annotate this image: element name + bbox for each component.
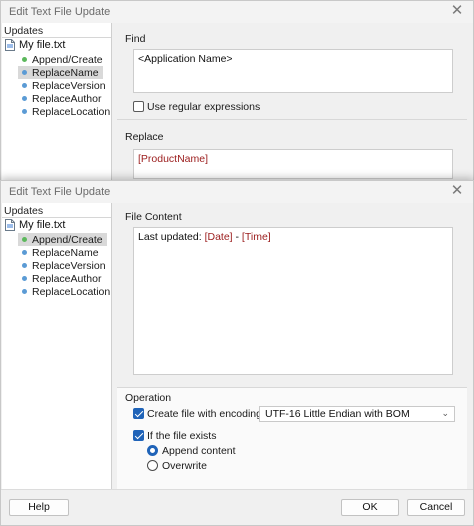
operation-group: Operation Create file with encoding: UTF… [117,387,467,491]
append-content-radio[interactable] [147,445,158,456]
blue-dot-icon [22,70,27,75]
tree-root-file[interactable]: My file.txt [5,38,65,52]
content-prefix: Last updated: [138,231,205,243]
dialog-title: Edit Text File Update [9,186,111,198]
tree-root-label: My file.txt [19,39,66,51]
tree-item-label: ReplaceAuthor [32,272,102,285]
create-file-label: Create file with encoding: [147,408,265,420]
regex-label: Use regular expressions [147,101,261,113]
edit-panel: Find <Application Name> Use regular expr… [115,23,467,201]
blue-dot-icon [22,83,27,88]
create-file-checkbox[interactable] [133,408,144,419]
find-textbox[interactable]: <Application Name> [133,49,453,93]
content-token-time: [Time] [241,231,271,243]
dialog-footer: Help OK Cancel [1,489,473,525]
title-bar: Edit Text File Update ✕ [1,1,473,23]
tree-item-replace-name[interactable]: ReplaceName [18,246,103,259]
tree-item-append-create[interactable]: Append/Create [18,53,107,66]
edit-text-file-update-dialog-back: Edit Text File Update ✕ Updates My file.… [0,0,474,201]
replace-value: [ProductName] [138,153,209,165]
tree-item-replace-name[interactable]: ReplaceName [18,66,103,79]
replace-textbox[interactable]: [ProductName] [133,149,453,179]
tree-header: Updates [4,205,44,217]
replace-label: Replace [125,131,164,143]
encoding-value: UTF-16 Little Endian with BOM [265,408,410,420]
file-content-textbox[interactable]: Last updated: [Date] - [Time] [133,227,453,375]
append-content-label: Append content [162,445,236,457]
edit-text-file-update-dialog: Edit Text File Update ✕ Updates My file.… [0,180,474,526]
if-file-exists-label: If the file exists [147,430,217,442]
find-value: <Application Name> [138,53,233,65]
tree-item-replace-location[interactable]: ReplaceLocation [18,285,114,298]
green-dot-icon [22,57,27,62]
close-icon[interactable]: ✕ [449,183,465,199]
tree-item-label: Append/Create [32,53,103,66]
title-bar: Edit Text File Update ✕ [1,181,473,203]
updates-tree: Updates My file.txt Append/Create Replac… [2,203,112,491]
tree-root-label: My file.txt [19,219,66,231]
content-separator: - [232,231,242,243]
overwrite-label: Overwrite [162,460,207,472]
green-dot-icon [22,237,27,242]
blue-dot-icon [22,276,27,281]
edit-panel: File Content Last updated: [Date] - [Tim… [115,203,467,491]
tree-item-append-create[interactable]: Append/Create [18,233,107,246]
encoding-select[interactable]: UTF-16 Little Endian with BOM ⌄ [259,406,455,422]
blue-dot-icon [22,263,27,268]
tree-item-replace-author[interactable]: ReplaceAuthor [18,92,105,105]
section-divider [117,119,467,120]
close-icon[interactable]: ✕ [449,3,465,19]
dialog-title: Edit Text File Update [9,6,111,18]
blue-dot-icon [22,109,27,114]
find-label: Find [125,33,146,45]
tree-item-label: ReplaceVersion [32,79,106,92]
tree-item-replace-location[interactable]: ReplaceLocation [18,105,114,118]
tree-item-replace-version[interactable]: ReplaceVersion [18,79,110,92]
blue-dot-icon [22,96,27,101]
blue-dot-icon [22,250,27,255]
help-button[interactable]: Help [9,499,69,516]
updates-tree: Updates My file.txt Append/Create Replac… [2,23,112,201]
tree-header: Updates [4,25,44,37]
cancel-button[interactable]: Cancel [407,499,465,516]
tree-item-label: ReplaceLocation [32,285,111,298]
operation-label: Operation [125,392,172,404]
tree-item-replace-version[interactable]: ReplaceVersion [18,259,110,272]
tree-item-label: ReplaceName [32,66,99,79]
tree-root-file[interactable]: My file.txt [5,218,65,232]
blue-dot-icon [22,289,27,294]
if-file-exists-checkbox[interactable] [133,430,144,441]
tree-item-label: ReplaceAuthor [32,92,102,105]
content-token-date: [Date] [204,231,233,243]
chevron-down-icon: ⌄ [441,408,449,418]
text-file-icon [5,219,15,231]
tree-item-label: Append/Create [32,233,103,246]
file-content-label: File Content [125,211,182,223]
tree-item-label: ReplaceName [32,246,99,259]
regex-checkbox[interactable] [133,101,144,112]
overwrite-radio[interactable] [147,460,158,471]
ok-button[interactable]: OK [341,499,399,516]
tree-item-label: ReplaceVersion [32,259,106,272]
tree-item-label: ReplaceLocation [32,105,111,118]
tree-item-replace-author[interactable]: ReplaceAuthor [18,272,105,285]
text-file-icon [5,39,15,51]
